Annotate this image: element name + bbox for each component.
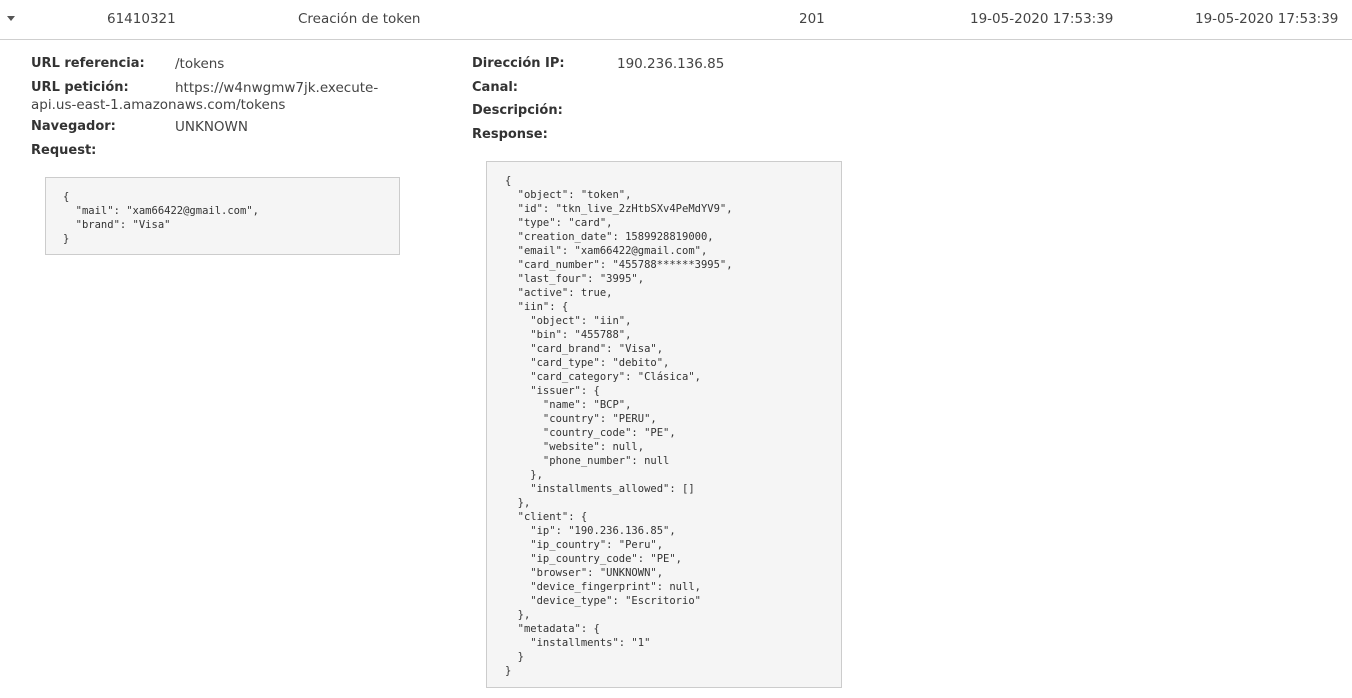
row-created-at: 19-05-2020 17:53:39 (970, 11, 1114, 27)
url-req-value-line2: api.us-east-1.amazonaws.com/tokens (31, 97, 286, 113)
table-row[interactable]: 61410321 Creación de token 201 19-05-202… (0, 0, 1352, 40)
ip-value: 190.236.136.85 (617, 56, 725, 72)
ip-label: Dirección IP: (472, 56, 565, 71)
row-updated-at: 19-05-2020 17:53:39 (1195, 11, 1339, 27)
row-status-code: 201 (799, 11, 825, 27)
chevron-down-icon[interactable] (7, 16, 15, 21)
url-ref-label: URL referencia: (31, 56, 145, 71)
browser-value: UNKNOWN (175, 119, 249, 135)
response-body: { "object": "token", "id": "tkn_live_2zH… (505, 175, 733, 677)
description-label: Descripción: (472, 103, 563, 118)
browser-label: Navegador: (31, 119, 116, 134)
row-detail-panel: URL referencia: /tokens URL petición: ht… (0, 40, 1352, 698)
request-body: { "mail": "xam66422@gmail.com", "brand":… (63, 191, 259, 245)
row-id: 61410321 (107, 11, 176, 27)
url-req-value: https://w4nwgmw7jk.execute- api.us-east-… (31, 80, 431, 114)
request-code-block: { "mail": "xam66422@gmail.com", "brand":… (45, 177, 400, 255)
request-label: Request: (31, 143, 97, 158)
response-code-block: { "object": "token", "id": "tkn_live_2zH… (486, 161, 842, 688)
url-req-value-line1: https://w4nwgmw7jk.execute- (175, 80, 379, 96)
response-label: Response: (472, 127, 548, 142)
channel-label: Canal: (472, 80, 518, 95)
row-operation: Creación de token (298, 11, 421, 27)
url-ref-value: /tokens (175, 56, 225, 72)
